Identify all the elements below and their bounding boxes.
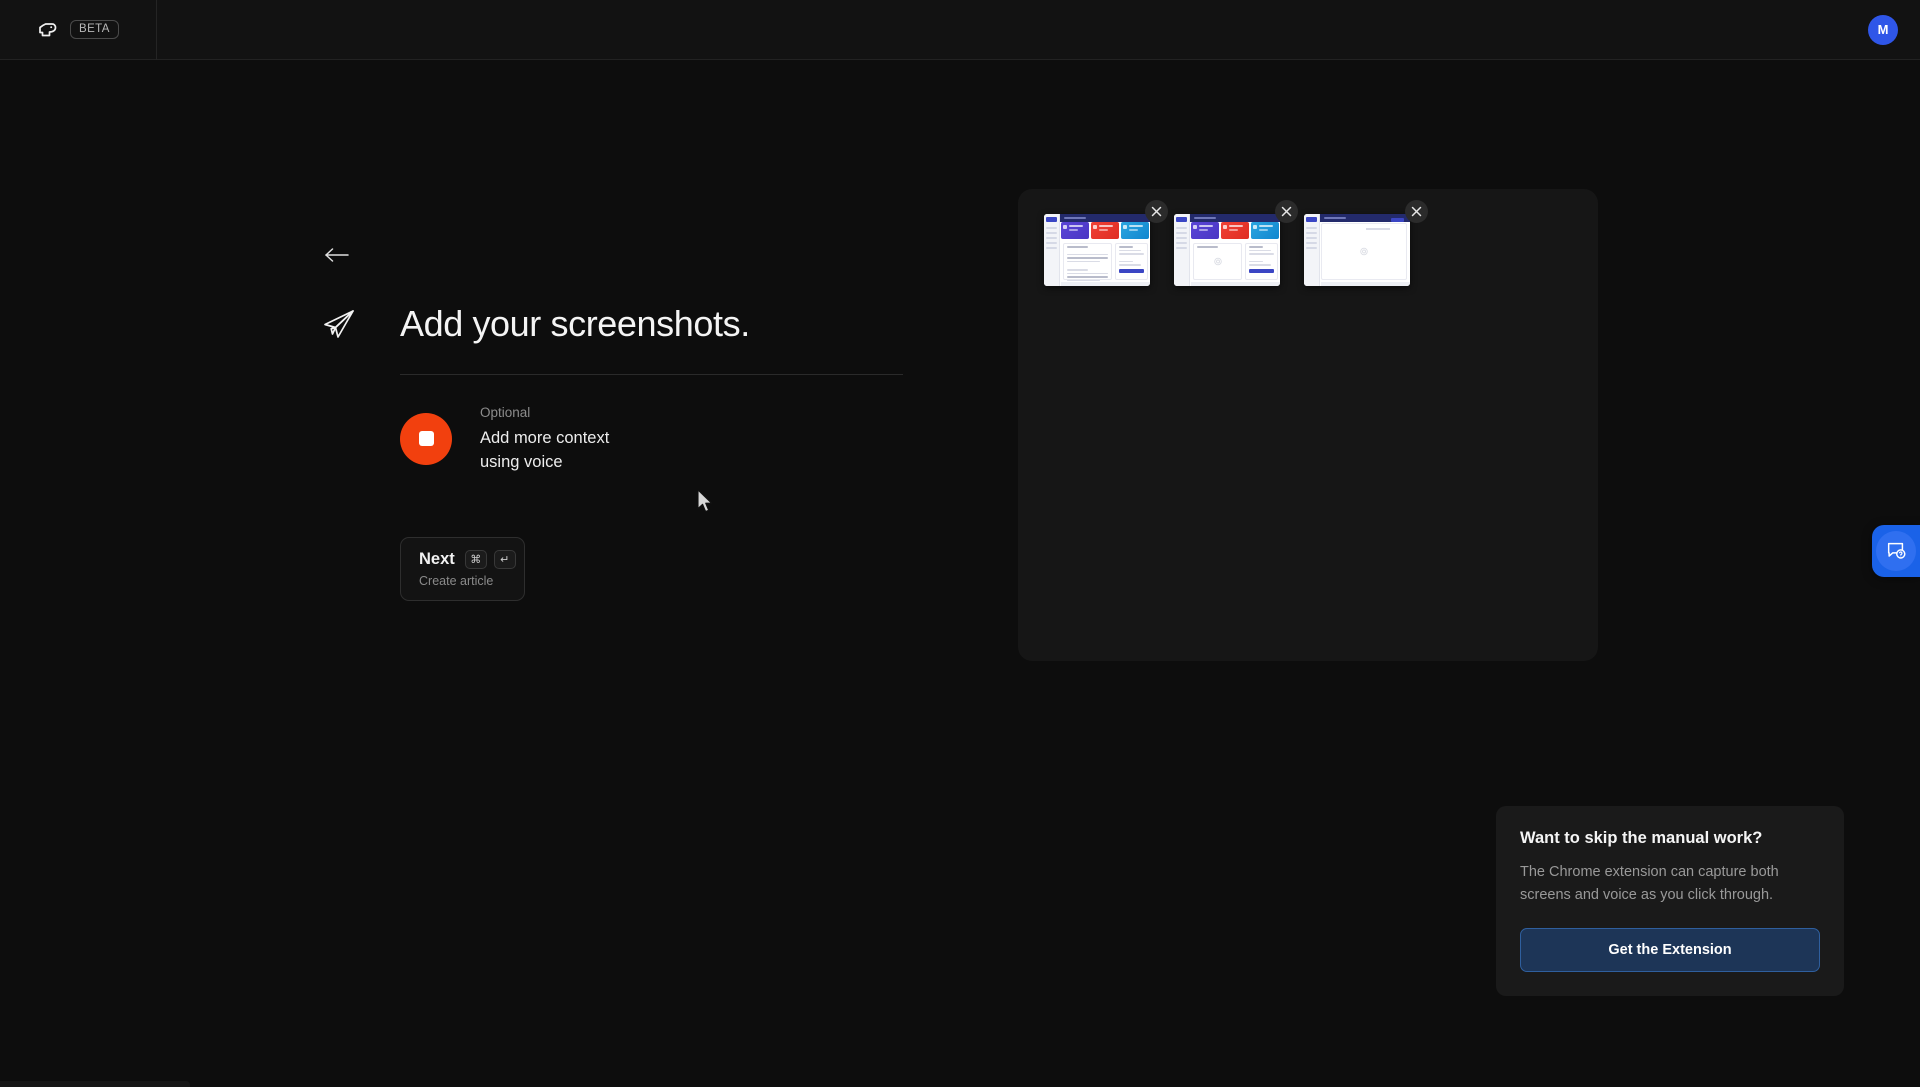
main-content: Add your screenshots. Optional Add more … <box>320 240 920 601</box>
mini-sidebar-logo <box>1046 217 1057 222</box>
get-extension-button[interactable]: Get the Extension <box>1520 927 1820 972</box>
mini-footer <box>1061 282 1150 286</box>
mini-topbar <box>1060 214 1150 222</box>
mini-card-blue <box>1251 222 1279 239</box>
screenshot-thumbnail-2[interactable] <box>1174 214 1280 286</box>
screenshot-tray <box>1018 189 1598 661</box>
paper-plane-icon <box>320 305 358 343</box>
promo-body-text: The Chrome extension can capture both sc… <box>1520 864 1779 904</box>
thumbnail-item <box>1304 200 1428 286</box>
mini-sidebar-row <box>1046 232 1057 234</box>
mini-sidebar <box>1174 214 1190 286</box>
mini-panel-right <box>1245 243 1278 280</box>
beta-badge: BETA <box>70 19 119 40</box>
top-bar: BETA M <box>0 0 1920 60</box>
thumbnail-item <box>1174 200 1298 286</box>
extension-promo-card: Want to skip the manual work? The Chrome… <box>1496 806 1844 996</box>
close-icon <box>1281 206 1292 217</box>
brand-zone[interactable]: BETA <box>0 0 157 60</box>
voice-label-line-2: using voice <box>480 453 563 472</box>
mini-footer <box>1191 282 1280 286</box>
mini-card-blue <box>1121 222 1149 239</box>
mini-sidebar <box>1044 214 1060 286</box>
next-button-label: Next <box>419 550 455 568</box>
mini-card-red <box>1221 222 1249 239</box>
mini-body <box>1191 241 1280 282</box>
arrow-left-icon <box>324 245 350 270</box>
thumbnail-close-button[interactable] <box>1275 200 1298 223</box>
mini-card-purple <box>1061 222 1089 239</box>
shortcut-modifier-key: ⌘ <box>464 550 487 569</box>
avatar[interactable]: M <box>1868 14 1898 45</box>
mini-card-purple <box>1191 222 1219 239</box>
mini-footer <box>1321 282 1410 286</box>
thumbnail-item <box>1044 200 1168 286</box>
mini-sidebar-row <box>1046 227 1057 229</box>
bottom-status-sliver <box>0 1081 190 1087</box>
close-icon <box>1151 206 1162 217</box>
thumbnail-close-button[interactable] <box>1145 200 1168 223</box>
voice-text-block: Optional Add more context using voice <box>480 403 609 475</box>
mini-card-red <box>1091 222 1119 239</box>
promo-title: Want to skip the manual work? <box>1520 829 1763 847</box>
thumbnail-close-button[interactable] <box>1405 200 1428 223</box>
next-button-top-row: Next ⌘ ↵ <box>419 550 516 569</box>
mini-gear-icon <box>1213 253 1222 271</box>
mini-panel-left <box>1063 243 1113 281</box>
shortcut-enter-key: ↵ <box>493 550 516 569</box>
voice-optional-label: Optional <box>480 404 531 420</box>
screenshot-thumbnail-1[interactable] <box>1044 214 1150 286</box>
close-icon <box>1411 206 1422 217</box>
mini-sidebar-row <box>1046 237 1057 239</box>
section-divider <box>400 373 903 375</box>
page-title: Add your screenshots. <box>400 303 750 344</box>
help-widget-inner <box>1876 531 1916 571</box>
mini-panel-left <box>1193 243 1243 280</box>
screenshot-thumbnail-3[interactable] <box>1304 214 1410 286</box>
mini-stat-cards <box>1061 222 1149 239</box>
mini-panel-right <box>1115 243 1148 280</box>
mini-stat-cards <box>1191 222 1279 239</box>
next-button-sublabel: Create article <box>419 574 494 588</box>
next-button[interactable]: Next ⌘ ↵ Create article <box>400 537 525 601</box>
back-button[interactable] <box>320 240 354 274</box>
mini-sidebar <box>1304 214 1320 286</box>
mini-body <box>1061 241 1150 282</box>
stop-square-icon <box>418 431 434 447</box>
chat-question-icon <box>1887 542 1906 559</box>
mini-topbar <box>1190 214 1280 222</box>
mini-sidebar-row <box>1046 242 1057 244</box>
mini-blank-canvas <box>1321 218 1407 280</box>
voice-record-button[interactable] <box>400 412 452 465</box>
dog-head-icon <box>36 18 60 42</box>
voice-label-line-1: Add more context <box>480 429 610 448</box>
app-root: BETA M Add your screenshots. Optional Ad… <box>0 0 1920 1087</box>
voice-context-row: Optional Add more context using voice <box>400 403 920 475</box>
help-widget-button[interactable] <box>1872 525 1920 577</box>
mini-gear-icon <box>1360 243 1369 261</box>
mini-sidebar-row <box>1046 247 1057 249</box>
thumbnail-list <box>1018 189 1598 286</box>
page-header: Add your screenshots. <box>320 304 920 344</box>
